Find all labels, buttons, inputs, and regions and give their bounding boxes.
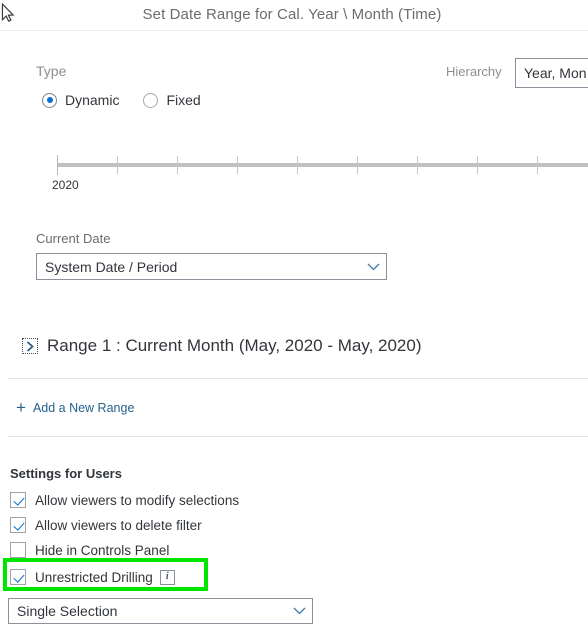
- radio-fixed-label: Fixed: [166, 92, 201, 108]
- chevron-down-icon: [286, 607, 312, 615]
- checkbox-unrestricted-drilling-label: Unrestricted Drilling: [35, 569, 153, 585]
- selection-mode-select[interactable]: Single Selection: [8, 598, 313, 624]
- timeline-tick: [237, 156, 238, 174]
- settings-section-title: Settings for Users: [10, 466, 122, 481]
- current-date-select[interactable]: System Date / Period: [36, 253, 387, 280]
- type-radio-group: Dynamic Fixed: [42, 92, 225, 108]
- timeline-tick: [117, 156, 118, 174]
- hierarchy-label: Hierarchy: [446, 64, 502, 79]
- checkbox-unrestricted-drilling-box[interactable]: [10, 569, 26, 585]
- radio-dynamic[interactable]: Dynamic: [42, 92, 119, 108]
- radio-dynamic-mark: [42, 92, 57, 108]
- checkbox-allow-modify-selections-label: Allow viewers to modify selections: [35, 492, 240, 508]
- page-title: Set Date Range for Cal. Year \ Month (Ti…: [142, 6, 442, 23]
- checkbox-unrestricted-drilling[interactable]: Unrestricted Drilling i: [10, 566, 175, 588]
- radio-fixed[interactable]: Fixed: [143, 92, 201, 108]
- current-date-label: Current Date: [36, 231, 111, 246]
- checkbox-allow-modify-selections-box[interactable]: [10, 492, 26, 508]
- hierarchy-select[interactable]: Year, Mon: [515, 58, 588, 88]
- info-icon[interactable]: i: [159, 569, 175, 585]
- plus-icon: +: [16, 398, 26, 417]
- current-date-value: System Date / Period: [45, 258, 178, 275]
- chevron-right-icon[interactable]: [22, 338, 38, 354]
- timeline-tick-label-2020: 2020: [52, 178, 79, 192]
- checkbox-allow-modify-selections[interactable]: Allow viewers to modify selections: [10, 489, 239, 511]
- checkbox-hide-in-controls-panel-label: Hide in Controls Panel: [35, 542, 170, 558]
- timeline-tick: [537, 156, 538, 174]
- type-label: Type: [36, 63, 67, 79]
- checkbox-hide-in-controls-panel[interactable]: Hide in Controls Panel: [10, 539, 169, 561]
- timeline-tick: [57, 155, 58, 175]
- timeline-tick: [177, 156, 178, 174]
- dialog-header: Set Date Range for Cal. Year \ Month (Ti…: [0, 0, 588, 31]
- chevron-down-icon: [360, 263, 386, 271]
- timeline-tick: [477, 156, 478, 174]
- timeline-tick: [417, 156, 418, 174]
- timeline-tick: [357, 156, 358, 174]
- checkbox-allow-delete-filter-box[interactable]: [10, 517, 26, 533]
- timeline-tick: [297, 156, 298, 174]
- radio-fixed-mark: [143, 92, 159, 108]
- timeline-axis: [57, 163, 588, 167]
- divider-below-range: [8, 378, 588, 379]
- checkbox-hide-in-controls-panel-box[interactable]: [10, 542, 26, 558]
- checkbox-allow-delete-filter-label: Allow viewers to delete filter: [35, 517, 202, 533]
- range-title: Range 1 : Current Month (May, 2020 - May…: [47, 336, 422, 355]
- radio-dynamic-label: Dynamic: [65, 92, 120, 108]
- add-new-range-label: Add a New Range: [32, 401, 135, 415]
- selection-mode-value: Single Selection: [17, 603, 118, 619]
- divider-below-add-range: [8, 436, 588, 437]
- add-new-range-link[interactable]: + Add a New Range: [16, 398, 135, 417]
- range-header-row[interactable]: Range 1 : Current Month (May, 2020 - May…: [0, 328, 588, 364]
- hierarchy-value: Year, Mon: [524, 65, 587, 81]
- checkbox-allow-delete-filter[interactable]: Allow viewers to delete filter: [10, 514, 202, 536]
- date-timeline[interactable]: 2020: [0, 150, 588, 200]
